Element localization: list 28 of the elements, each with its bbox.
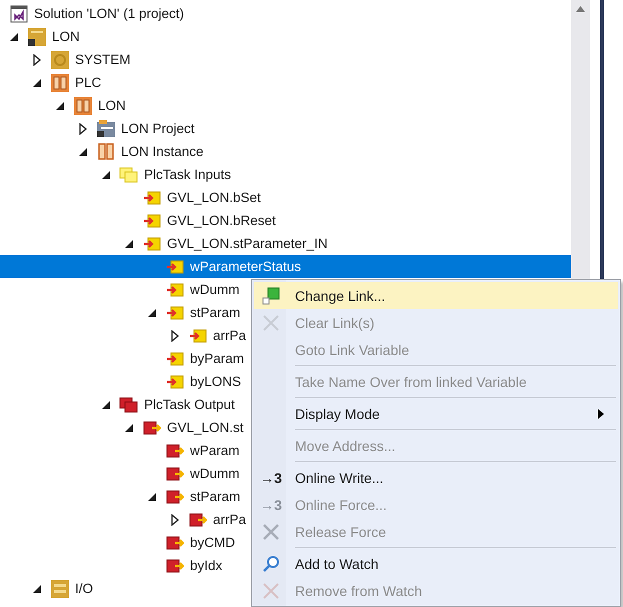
tree-item-label: PlcTask Output (144, 397, 235, 412)
tree-item-label: wDumm (190, 282, 240, 297)
tree-item-label: GVL_LON.bSet (167, 190, 261, 205)
tree-item-label: LON Project (121, 121, 195, 136)
tree-item-label: Solution 'LON' (1 project) (34, 6, 184, 21)
tree-item-label: GVL_LON.stParameter_IN (167, 236, 328, 251)
tree-item-label: arrPa (213, 512, 246, 527)
tree-item-label: stParam (190, 305, 240, 320)
tree-item-label: wDumm (190, 466, 240, 481)
tree-item-label: wParam (190, 443, 240, 458)
tree-item-label: SYSTEM (75, 52, 131, 67)
write-value-icon: →3 (260, 470, 282, 486)
tree-item-label: GVL_LON.bReset (167, 213, 276, 228)
tree-item-label: stParam (190, 489, 240, 504)
tree-item-label: PlcTask Inputs (144, 167, 232, 182)
tree-item-label: GVL_LON.st (167, 420, 244, 435)
tree-item-label: I/O (75, 581, 94, 596)
tree-item-label: byIdx (190, 558, 222, 573)
tree-item-label: byParam (190, 351, 244, 366)
tree-item-label: byLONS (190, 374, 242, 389)
tree-item-label: arrPa (213, 328, 246, 343)
write-value-icon: →3 (260, 496, 282, 512)
tree-item-label: byCMD (190, 535, 236, 550)
tree-item-label: PLC (75, 75, 102, 90)
tree-item-label: LON Instance (121, 144, 204, 159)
tree-item-label: wParameterStatus (190, 259, 302, 274)
tree-item-label: LON (52, 29, 80, 44)
tree-item-label: LON (98, 98, 126, 113)
